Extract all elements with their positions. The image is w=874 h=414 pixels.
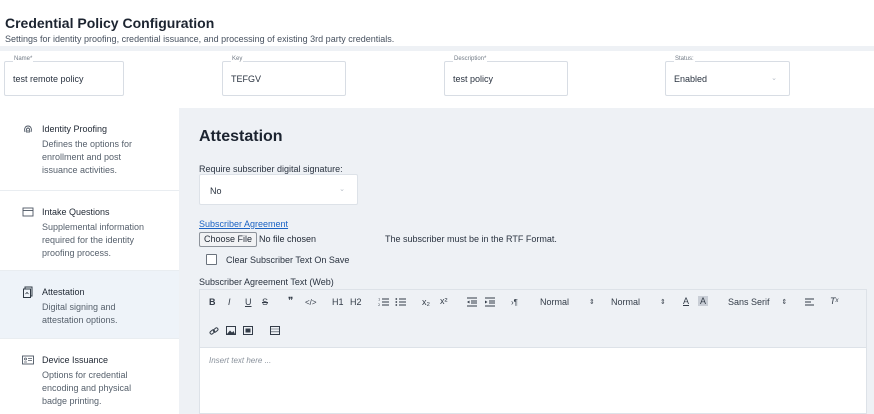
code-block-button[interactable]: </>: [305, 298, 317, 307]
link-icon[interactable]: [209, 326, 219, 336]
name-field-value[interactable]: test remote policy: [13, 74, 84, 84]
agreement-text-editor[interactable]: Insert text here ...: [199, 347, 867, 414]
underline-button[interactable]: U: [245, 297, 252, 307]
svg-text:1: 1: [378, 298, 380, 302]
text-direction-icon[interactable]: ›¶: [511, 298, 518, 307]
chevron-down-icon: ⌄: [771, 75, 777, 82]
key-field-label: Key: [231, 56, 244, 62]
editor-label: Subscriber Agreement Text (Web): [199, 277, 334, 287]
clear-text-checkbox[interactable]: [206, 254, 217, 265]
sidebar-item-desc: Defines the options for enrollment and p…: [42, 139, 133, 175]
indent-icon[interactable]: [484, 297, 496, 307]
description-field-label: Description*: [453, 56, 488, 62]
superscript-button[interactable]: x²: [440, 296, 448, 306]
align-left-icon[interactable]: [804, 297, 815, 307]
table-icon[interactable]: [270, 326, 280, 335]
blockquote-button[interactable]: ❞: [288, 296, 293, 307]
status-select-label: Status:: [674, 56, 695, 62]
updown-chevron-icon: ⇕: [781, 299, 788, 306]
sidebar-item-desc: Options for credential encoding and phys…: [42, 370, 132, 406]
document-sign-icon: [23, 286, 33, 298]
chevron-down-icon: ⌄: [339, 186, 345, 193]
sidebar-item-title: Identity Proofing: [42, 124, 108, 134]
updown-chevron-icon: ⇕: [589, 299, 595, 306]
signature-label: Require subscriber digital signature:: [199, 164, 343, 174]
status-select[interactable]: Status: Enabled ⌄: [665, 56, 790, 96]
font-size-select[interactable]: Normal ⇕: [611, 297, 666, 307]
header-divider: [0, 46, 874, 51]
editor-placeholder: Insert text here ...: [209, 356, 272, 365]
editor-toolbar: B I U S ❞ </> H1 H2 1 2 x₂ x² ›¶ Normal ⇕…: [199, 289, 867, 347]
subscript-button[interactable]: x₂: [422, 297, 430, 307]
file-status-text: No file chosen: [259, 234, 317, 244]
h2-button[interactable]: H2: [350, 297, 362, 307]
inbox-icon: [22, 207, 34, 217]
sidebar-item-title: Intake Questions: [42, 207, 110, 217]
font-family-select[interactable]: Sans Serif ⇕: [728, 297, 787, 307]
description-field[interactable]: Description* test policy: [444, 56, 568, 96]
video-icon[interactable]: [243, 326, 253, 335]
italic-button[interactable]: I: [228, 297, 231, 307]
page-title: Credential Policy Configuration: [5, 15, 215, 31]
bold-button[interactable]: B: [209, 297, 216, 307]
outdent-icon[interactable]: [466, 297, 478, 307]
image-icon[interactable]: [226, 326, 236, 335]
key-field[interactable]: Key TEFGV: [222, 56, 346, 96]
font-family-value: Sans Serif: [728, 297, 770, 307]
h1-button[interactable]: H1: [332, 297, 344, 307]
sidebar-item-desc: Digital signing and attestation options.: [42, 302, 118, 325]
status-select-value: Enabled: [674, 74, 708, 84]
font-size-value: Normal: [611, 297, 641, 307]
name-field-label: Name*: [13, 56, 34, 62]
choose-file-button[interactable]: Choose File: [199, 232, 258, 247]
page-subtitle: Settings for identity proofing, credenti…: [5, 34, 395, 44]
signature-select-value: No: [210, 186, 222, 196]
sidebar-item-identity-proofing[interactable]: Identity Proofing Defines the options fo…: [0, 108, 179, 191]
id-card-icon: [22, 355, 34, 365]
ordered-list-icon[interactable]: 1 2: [378, 297, 390, 307]
sidebar-item-device-issuance[interactable]: Device Issuance Options for credential e…: [0, 339, 179, 414]
sidebar-item-title: Attestation: [42, 287, 85, 297]
clear-format-icon[interactable]: Tx: [830, 296, 839, 306]
key-field-value[interactable]: TEFGV: [231, 74, 261, 84]
bullet-list-icon[interactable]: [395, 297, 407, 307]
file-format-note: The subscriber must be in the RTF Format…: [385, 234, 557, 244]
page-header: Credential Policy Configuration Settings…: [0, 0, 874, 46]
signature-select[interactable]: No ⌄: [199, 174, 358, 205]
svg-text:2: 2: [378, 303, 380, 307]
updown-chevron-icon: ⇕: [660, 299, 666, 306]
fingerprint-icon: [24, 125, 32, 133]
section-heading: Attestation: [199, 128, 283, 145]
header-size-select[interactable]: Normal ⇕: [540, 297, 595, 307]
name-field[interactable]: Name* test remote policy: [4, 56, 124, 96]
sidebar-item-title: Device Issuance: [42, 355, 109, 365]
clear-text-label: Clear Subscriber Text On Save: [226, 255, 350, 265]
description-field-value[interactable]: test policy: [453, 74, 493, 84]
strike-button[interactable]: S: [262, 297, 268, 307]
sidebar-item-attestation[interactable]: Attestation Digital signing and attestat…: [0, 271, 179, 339]
background-color-icon[interactable]: A: [698, 296, 709, 306]
sidebar-item-desc: Supplemental information required for th…: [42, 222, 145, 258]
sidebar-item-intake-questions[interactable]: Intake Questions Supplemental informatio…: [0, 191, 179, 271]
main-panel: Attestation Require subscriber digital s…: [179, 108, 874, 414]
sidebar: Identity Proofing Defines the options fo…: [0, 108, 179, 414]
header-size-value: Normal: [540, 297, 570, 307]
text-color-icon[interactable]: A: [683, 296, 689, 306]
subscriber-agreement-link[interactable]: Subscriber Agreement: [199, 219, 288, 229]
